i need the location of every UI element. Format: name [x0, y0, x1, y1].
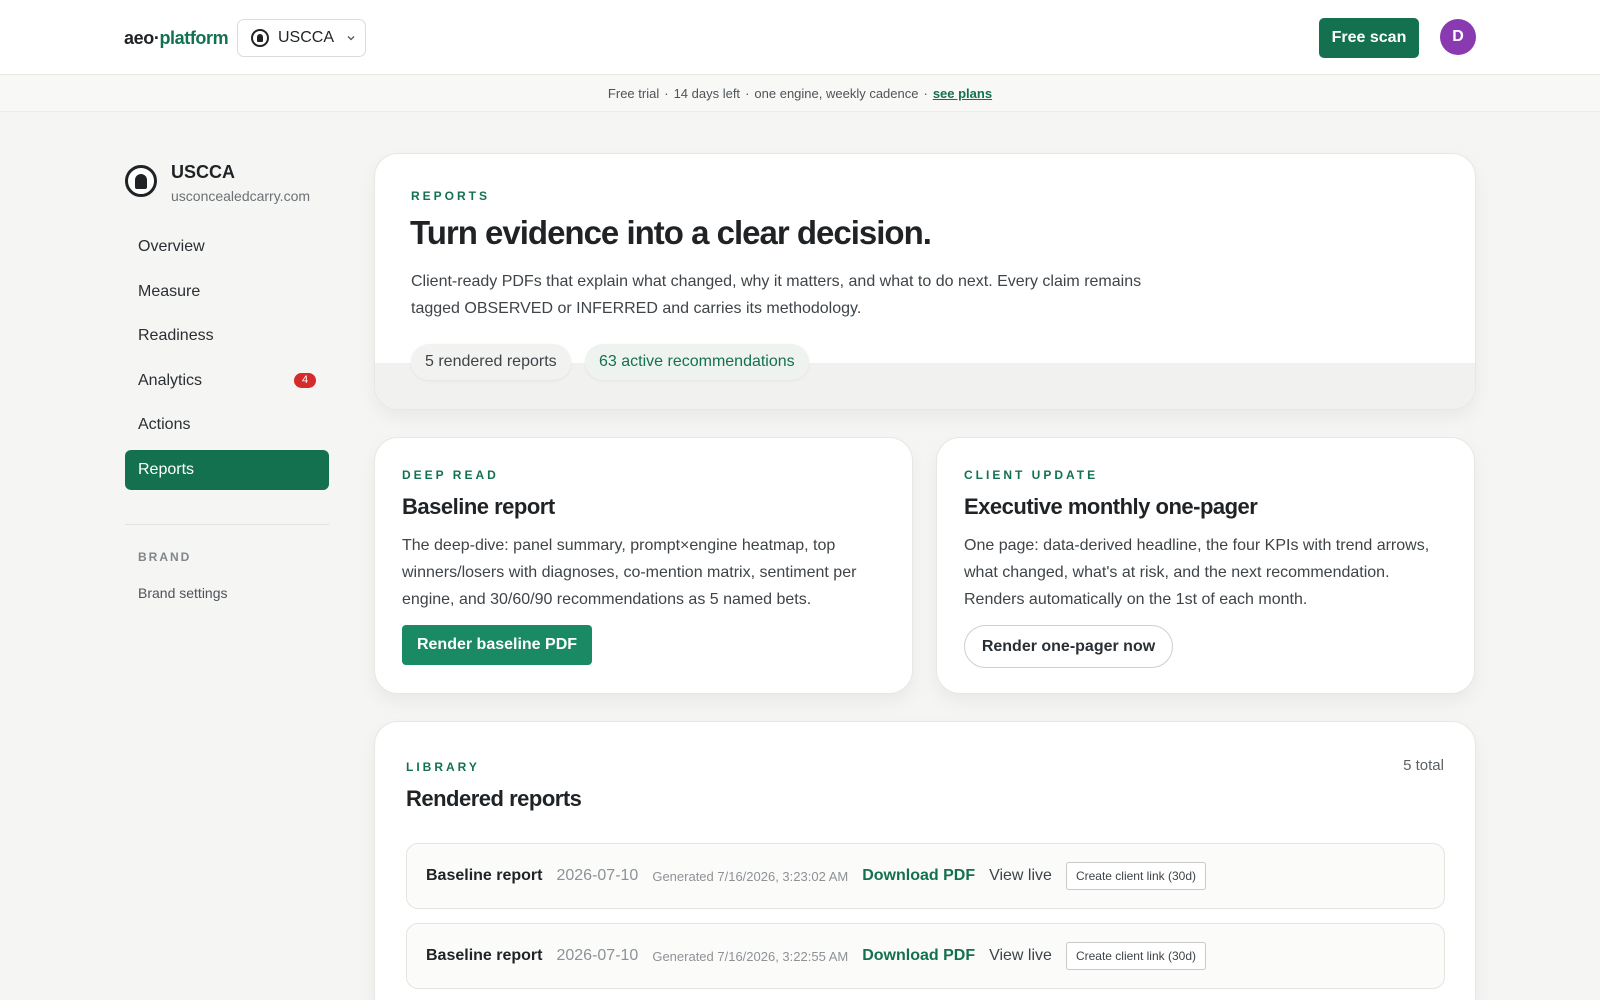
sidebar-item-label: Measure: [138, 282, 201, 300]
report-date: 2026-07-10: [556, 947, 639, 964]
executive-one-pager-description: One page: data-derived headline, the fou…: [964, 537, 1430, 608]
free-scan-button[interactable]: Free scan: [1319, 18, 1419, 58]
executive-one-pager-card: CLIENT UPDATE Executive monthly one-page…: [936, 437, 1475, 694]
sidebar-nav: Overview Measure Readiness Analytics 4 Ac…: [125, 227, 329, 494]
page-title: Turn evidence into a clear decision.: [410, 214, 932, 251]
sidebar-brand-url: usconcealedcarry.com: [171, 188, 311, 204]
trial-plan-info: one engine, weekly cadence: [754, 85, 919, 101]
sidebar-item-label: Reports: [138, 460, 195, 478]
download-pdf-link[interactable]: Download PDF: [862, 947, 975, 965]
baseline-report-description: The deep-dive: panel summary, prompt×eng…: [402, 537, 857, 608]
sidebar-item-label: Actions: [138, 416, 191, 433]
sidebar-item-label: Readiness: [138, 327, 214, 344]
report-generated-time: Generated 7/16/2026, 3:23:02 AM: [652, 868, 849, 884]
report-generated-time: Generated 7/16/2026, 3:22:55 AM: [652, 948, 849, 964]
reports-library-card: LIBRARY Rendered reports 5 total Baselin…: [374, 721, 1476, 1000]
reports-hero-card: REPORTS Turn evidence into a clear decis…: [374, 153, 1476, 410]
view-live-link[interactable]: View live: [989, 867, 1052, 885]
brand-selector-label: USCCA: [278, 29, 335, 46]
logo-accent-text: platform: [159, 28, 229, 48]
report-row: Baseline report 2026-07-10 Generated 7/1…: [406, 843, 1445, 909]
top-bar: aeo·platform USCCA Free scan D: [0, 0, 1600, 75]
create-client-link-button[interactable]: Create client link (30d): [1065, 942, 1206, 970]
sidebar-item-overview[interactable]: Overview: [125, 227, 329, 267]
sidebar-item-measure[interactable]: Measure: [125, 272, 329, 312]
trial-days-left: 14 days left: [673, 85, 741, 101]
see-plans-link[interactable]: see plans: [933, 86, 992, 101]
brand-shield-icon: [125, 165, 157, 197]
sidebar-item-label: Analytics: [138, 371, 203, 389]
trial-banner: Free trial · 14 days left · one engine, …: [0, 75, 1600, 112]
hero-description: Client-ready PDFs that explain what chan…: [411, 273, 1142, 317]
brand-shield-icon: [251, 29, 269, 47]
sidebar-item-actions[interactable]: Actions: [125, 405, 329, 445]
sidebar-item-reports[interactable]: Reports: [125, 449, 329, 490]
library-title: Rendered reports: [406, 786, 582, 811]
chevron-down-icon: [347, 36, 355, 41]
view-live-link[interactable]: View live: [989, 947, 1052, 965]
hero-eyebrow: REPORTS: [411, 189, 491, 203]
library-eyebrow: LIBRARY: [406, 760, 480, 774]
baseline-report-card: DEEP READ Baseline report The deep-dive:…: [374, 437, 913, 694]
app-logo[interactable]: aeo·platform: [124, 28, 229, 49]
create-client-link-button[interactable]: Create client link (30d): [1065, 862, 1206, 890]
trial-status: Free trial: [607, 85, 660, 101]
render-baseline-pdf-button[interactable]: Render baseline PDF: [402, 625, 592, 665]
analytics-count-badge: 4: [294, 372, 316, 388]
sidebar-divider: [125, 524, 329, 525]
active-recommendations-pill[interactable]: 63 active recommendations: [585, 344, 809, 380]
download-pdf-link[interactable]: Download PDF: [862, 867, 975, 885]
trial-separator: ·: [923, 85, 928, 101]
sidebar-section-label: BRAND: [138, 550, 192, 564]
user-avatar[interactable]: D: [1440, 19, 1476, 55]
rendered-reports-pill: 5 rendered reports: [411, 344, 571, 380]
sidebar-brand-name: USCCA: [171, 162, 236, 182]
report-date: 2026-07-10: [556, 867, 639, 884]
brand-selector[interactable]: USCCA: [237, 19, 366, 57]
logo-text: aeo: [124, 28, 154, 48]
deep-read-eyebrow: DEEP READ: [402, 468, 499, 482]
report-title: Baseline report: [426, 867, 543, 884]
report-title: Baseline report: [426, 947, 543, 964]
library-total-count: 5 total: [1403, 757, 1444, 774]
sidebar-item-readiness[interactable]: Readiness: [125, 316, 329, 356]
baseline-report-title: Baseline report: [402, 494, 555, 519]
brand-settings-link[interactable]: Brand settings: [138, 585, 228, 601]
report-row: Baseline report 2026-07-10 Generated 7/1…: [406, 923, 1445, 989]
render-one-pager-button[interactable]: Render one-pager now: [964, 625, 1173, 668]
sidebar-item-analytics[interactable]: Analytics 4: [125, 361, 329, 401]
trial-separator: ·: [664, 85, 669, 101]
executive-one-pager-title: Executive monthly one-pager: [964, 494, 1258, 519]
trial-separator: ·: [745, 85, 750, 101]
client-update-eyebrow: CLIENT UPDATE: [964, 468, 1099, 482]
sidebar-item-label: Overview: [138, 238, 205, 255]
